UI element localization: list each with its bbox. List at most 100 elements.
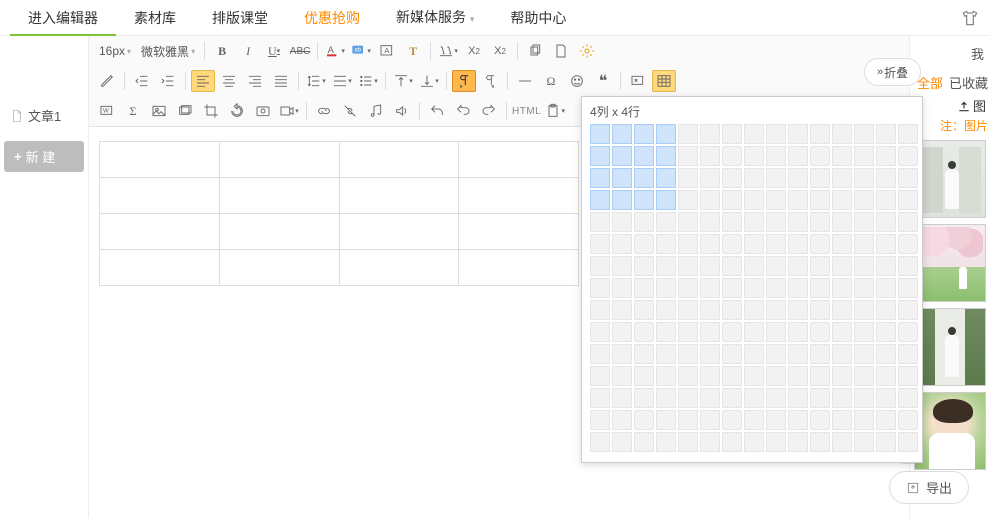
table-picker-cell[interactable]: [810, 146, 830, 166]
align-justify-button[interactable]: [269, 70, 293, 92]
table-picker-cell[interactable]: [656, 388, 676, 408]
table-picker-cell[interactable]: [832, 366, 852, 386]
table-picker-cell[interactable]: [590, 278, 610, 298]
table-picker-cell[interactable]: [898, 146, 918, 166]
table-picker-cell[interactable]: [898, 212, 918, 232]
reply-button[interactable]: [425, 100, 449, 122]
table-picker-cell[interactable]: [612, 388, 632, 408]
table-picker-cell[interactable]: [810, 256, 830, 276]
table-picker-cell[interactable]: [810, 410, 830, 430]
table-picker-cell[interactable]: [788, 190, 808, 210]
indent-button[interactable]: [156, 70, 180, 92]
table-picker-cell[interactable]: [744, 124, 764, 144]
table-picker-cell[interactable]: [612, 146, 632, 166]
music-button[interactable]: [364, 100, 388, 122]
table-picker-cell[interactable]: [898, 344, 918, 364]
table-picker-cell[interactable]: [634, 344, 654, 364]
table-picker-cell[interactable]: [590, 322, 610, 342]
table-picker-cell[interactable]: [700, 124, 720, 144]
table-picker-cell[interactable]: [898, 168, 918, 188]
table-picker-cell[interactable]: [678, 190, 698, 210]
special-char-button[interactable]: Ω: [539, 70, 563, 92]
table-picker-cell[interactable]: [744, 234, 764, 254]
table-picker-cell[interactable]: [744, 410, 764, 430]
align-left-button[interactable]: [191, 70, 215, 92]
table-picker-cell[interactable]: [634, 168, 654, 188]
table-picker-cell[interactable]: [876, 366, 896, 386]
strikethrough-button[interactable]: ABC: [288, 40, 312, 62]
horizontal-rule-button[interactable]: [513, 70, 537, 92]
table-picker-cell[interactable]: [876, 168, 896, 188]
table-picker-cell[interactable]: [678, 432, 698, 452]
table-picker-cell[interactable]: [854, 300, 874, 320]
table-picker-cell[interactable]: [590, 212, 610, 232]
table-picker-cell[interactable]: [810, 366, 830, 386]
collapse-button[interactable]: » 折叠: [864, 58, 921, 86]
table-picker-cell[interactable]: [766, 322, 786, 342]
table-picker-cell[interactable]: [854, 344, 874, 364]
table-picker-cell[interactable]: [656, 278, 676, 298]
word-art-button[interactable]: W: [95, 100, 119, 122]
table-picker-cell[interactable]: [634, 432, 654, 452]
table-picker-cell[interactable]: [656, 366, 676, 386]
table-cell[interactable]: [339, 214, 459, 250]
table-picker-cell[interactable]: [722, 322, 742, 342]
table-picker-cell[interactable]: [700, 300, 720, 320]
table-picker-cell[interactable]: [810, 388, 830, 408]
table-picker-cell[interactable]: [612, 190, 632, 210]
table-picker-cell[interactable]: [656, 432, 676, 452]
image-thumb[interactable]: [914, 224, 986, 302]
table-picker-cell[interactable]: [810, 168, 830, 188]
table-picker-cell[interactable]: [656, 190, 676, 210]
table-picker-cell[interactable]: [854, 190, 874, 210]
table-picker-cell[interactable]: [678, 278, 698, 298]
table-picker-cell[interactable]: [788, 124, 808, 144]
right-tab-my[interactable]: 我: [971, 44, 984, 63]
table-picker-cell[interactable]: [766, 190, 786, 210]
paragraph-rtl-button[interactable]: [478, 70, 502, 92]
table-picker-cell[interactable]: [876, 234, 896, 254]
tshirt-icon[interactable]: [960, 8, 980, 28]
italic-button[interactable]: I: [236, 40, 260, 62]
table-picker-cell[interactable]: [700, 366, 720, 386]
table-picker-cell[interactable]: [810, 234, 830, 254]
table-cell[interactable]: [339, 178, 459, 214]
table-picker-cell[interactable]: [810, 432, 830, 452]
table-picker-cell[interactable]: [766, 256, 786, 276]
table-picker-cell[interactable]: [590, 234, 610, 254]
subtab-all[interactable]: 全部: [917, 73, 943, 92]
image-button[interactable]: [147, 100, 171, 122]
table-picker-cell[interactable]: [612, 124, 632, 144]
table-picker-cell[interactable]: [612, 322, 632, 342]
table-picker-cell[interactable]: [700, 234, 720, 254]
table-picker-cell[interactable]: [590, 146, 610, 166]
table-picker-cell[interactable]: [854, 234, 874, 254]
table-picker-cell[interactable]: [832, 212, 852, 232]
table-picker-cell[interactable]: [678, 388, 698, 408]
table-picker-cell[interactable]: [722, 366, 742, 386]
table-picker-cell[interactable]: [898, 300, 918, 320]
new-doc-button[interactable]: [549, 40, 573, 62]
table-picker-cell[interactable]: [876, 300, 896, 320]
nav-tab-material[interactable]: 素材库: [116, 1, 194, 35]
table-picker-cell[interactable]: [590, 366, 610, 386]
table-cell[interactable]: [459, 214, 579, 250]
table-picker-cell[interactable]: [722, 344, 742, 364]
table-picker-cell[interactable]: [678, 256, 698, 276]
table-picker-cell[interactable]: [810, 212, 830, 232]
table-picker-cell[interactable]: [656, 124, 676, 144]
table-picker-cell[interactable]: [678, 124, 698, 144]
table-picker-cell[interactable]: [788, 344, 808, 364]
table-picker-cell[interactable]: [590, 256, 610, 276]
table-picker-cell[interactable]: [744, 366, 764, 386]
table-picker-cell[interactable]: [766, 146, 786, 166]
table-picker-cell[interactable]: [766, 344, 786, 364]
nav-tab-help[interactable]: 帮助中心: [492, 1, 584, 35]
table-picker-cell[interactable]: [634, 124, 654, 144]
table-cell[interactable]: [339, 250, 459, 286]
rotate-button[interactable]: [225, 100, 249, 122]
table-picker-cell[interactable]: [810, 278, 830, 298]
align-right-button[interactable]: [243, 70, 267, 92]
align-center-button[interactable]: [217, 70, 241, 92]
highlight-button[interactable]: ab▾: [349, 40, 373, 62]
